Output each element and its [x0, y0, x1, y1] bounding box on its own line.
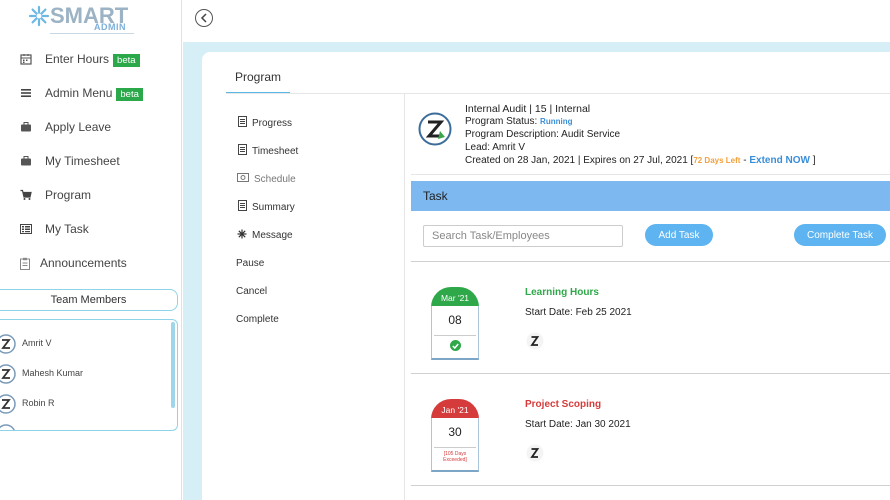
days-left-badge: 72 Days Left	[693, 156, 741, 165]
member-name: Amrit V	[22, 338, 52, 348]
document-icon	[236, 116, 248, 130]
task-start-date: Start Date: Jan 30 2021	[525, 419, 631, 430]
calendar-icon	[19, 52, 33, 66]
beta-badge: beta	[113, 53, 140, 67]
program-description: Program Description: Audit Service	[465, 129, 621, 140]
document-icon	[236, 200, 248, 214]
avatar[interactable]	[526, 332, 544, 350]
chevron-left-icon	[200, 13, 207, 23]
sidebar-item-label: Announcements	[40, 256, 127, 270]
exceeded-note: [105 Days Exceeded]	[443, 451, 467, 463]
tab-program[interactable]: Program	[226, 62, 290, 94]
team-scrollbar[interactable]	[171, 322, 175, 408]
avatar	[0, 424, 15, 430]
calendar-month: Jan '21	[431, 399, 479, 419]
avatar	[0, 334, 16, 354]
sidebar-item-announcements[interactable]: Announcements	[0, 249, 182, 277]
sidebar-item-apply-leave[interactable]: Apply Leave	[0, 113, 182, 141]
menu-label: Progress	[252, 117, 293, 129]
program-title: Internal Audit | 15 | Internal	[465, 103, 591, 115]
sidebar-item-label: My Task	[45, 222, 89, 236]
menu-cancel[interactable]: Cancel	[236, 281, 267, 301]
status-badge: Running	[540, 117, 573, 126]
task-start-date: Start Date: Feb 25 2021	[525, 307, 632, 318]
calendar-day: 08	[448, 313, 462, 327]
task-name[interactable]: Project Scoping	[525, 399, 601, 410]
menu-complete[interactable]: Complete	[236, 309, 279, 329]
logo-snowflake-icon	[28, 5, 50, 27]
team-members-list: Amrit V Mahesh Kumar Robin R	[0, 319, 178, 431]
menu-pause[interactable]: Pause	[236, 253, 264, 273]
briefcase-icon	[19, 154, 33, 168]
menu-timesheet[interactable]: Timesheet	[236, 141, 298, 161]
menu-label: Timesheet	[252, 145, 299, 157]
beta-badge: beta	[116, 87, 143, 101]
menu-summary[interactable]: Summary	[236, 197, 295, 217]
clipboard-icon	[18, 256, 32, 270]
briefcase-icon	[19, 120, 33, 134]
snowflake-icon	[236, 229, 248, 242]
menu-progress[interactable]: Progress	[236, 113, 292, 133]
avatar	[0, 394, 16, 414]
add-task-button[interactable]: Add Task	[645, 224, 713, 246]
close-bracket: ]	[812, 155, 816, 166]
sidebar-item-my-task[interactable]: My Task	[0, 215, 182, 243]
tab-divider	[226, 93, 890, 94]
member-name: Robin R	[22, 398, 55, 408]
avatar	[418, 112, 452, 146]
team-members-header[interactable]: Team Members	[0, 289, 178, 311]
calendar-day: 30	[448, 425, 462, 439]
menu-message[interactable]: Message	[236, 225, 293, 245]
avatar[interactable]	[526, 444, 544, 462]
task-list-divider	[411, 261, 890, 262]
calendar-month: Mar '21	[431, 287, 479, 307]
back-button[interactable]	[195, 9, 213, 27]
schedule-icon	[236, 173, 250, 185]
search-input[interactable]	[423, 225, 623, 247]
task-divider	[411, 485, 890, 486]
document-icon	[236, 144, 248, 158]
cart-icon	[19, 188, 33, 202]
vertical-divider	[404, 94, 405, 500]
sidebar-item-label: Enter Hours	[45, 51, 110, 66]
sidebar-item-my-timesheet[interactable]: My Timesheet	[0, 147, 182, 175]
program-dates: Created on 28 Jan, 2021 | Expires on 27 …	[465, 155, 815, 166]
menu-label: Schedule	[254, 173, 296, 185]
check-icon	[450, 340, 461, 351]
extend-now-link[interactable]: Extend NOW	[749, 155, 810, 166]
top-bar	[183, 0, 890, 42]
sidebar: SMART ADMIN Enter Hours beta Admin Menu be…	[0, 0, 182, 500]
sidebar-item-admin-menu[interactable]: Admin Menu beta	[0, 79, 182, 107]
sidebar-item-label: Program	[45, 188, 92, 202]
brand-sub: ADMIN	[94, 22, 126, 32]
complete-task-button[interactable]: Complete Task	[794, 224, 886, 246]
sidebar-item-label: Apply Leave	[45, 120, 112, 134]
menu-label: Summary	[252, 201, 295, 213]
created-text: Created on 28 Jan, 2021 | Expires on 27 …	[465, 155, 694, 166]
sidebar-item-label: Admin Menu	[45, 85, 113, 100]
tasklist-icon	[19, 222, 33, 236]
task-name[interactable]: Learning Hours	[525, 287, 599, 298]
member-name: Mahesh Kumar	[22, 368, 84, 378]
task-section-header: Task	[411, 181, 890, 211]
program-status: Program Status: Running	[465, 116, 572, 127]
status-label: Program Status:	[465, 116, 538, 127]
sidebar-item-enter-hours[interactable]: Enter Hours beta	[0, 45, 182, 73]
avatar	[0, 364, 16, 384]
sidebar-item-label: My Timesheet	[45, 154, 120, 168]
program-lead: Lead: Amrit V	[465, 142, 526, 153]
dash-separator: -	[743, 155, 747, 166]
task-calendar: Mar '21 08	[431, 287, 479, 361]
hamburger-icon	[19, 86, 33, 100]
sidebar-item-program[interactable]: Program	[0, 181, 182, 209]
menu-schedule[interactable]: Schedule	[236, 169, 296, 189]
info-divider	[411, 174, 890, 175]
task-calendar: Jan '21 30 [105 Days Exceeded]	[431, 399, 479, 473]
menu-label: Message	[252, 229, 293, 241]
task-divider	[411, 373, 890, 374]
brand-underline	[50, 33, 134, 34]
brand-logo[interactable]: SMART ADMIN	[28, 3, 138, 34]
